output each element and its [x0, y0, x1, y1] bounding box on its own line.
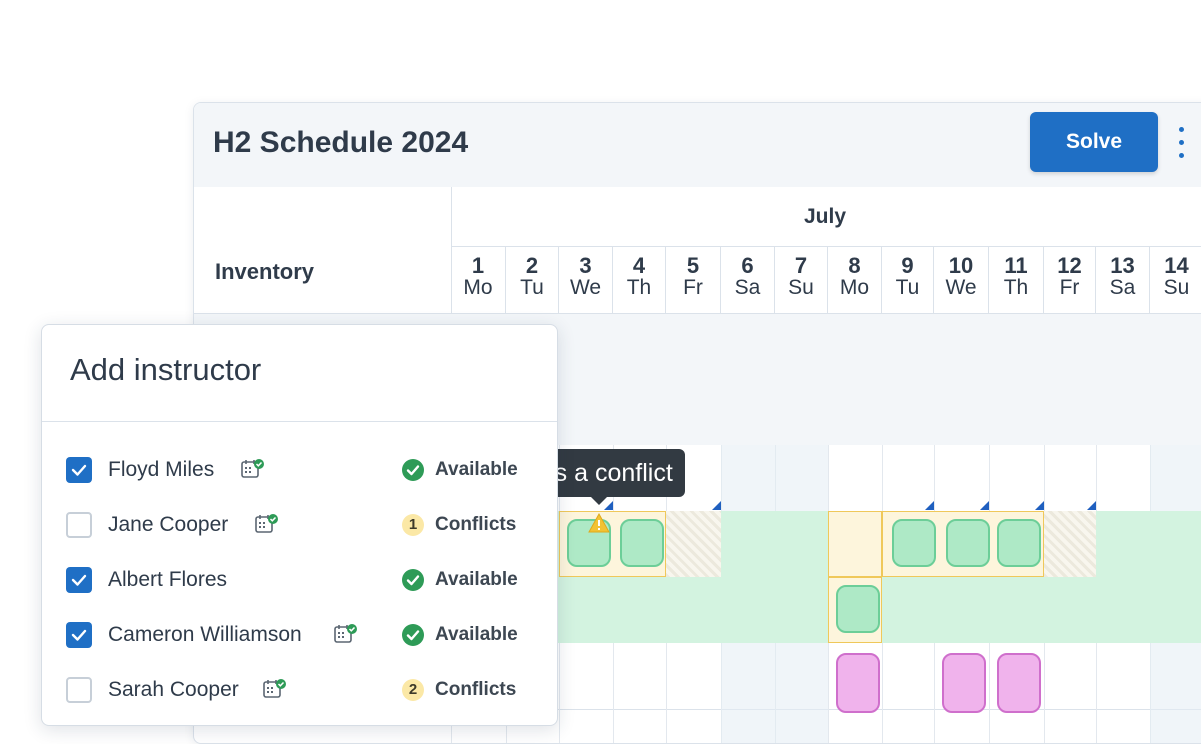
day-of-week: Mo [839, 276, 870, 299]
day-number: 12 [1057, 253, 1082, 278]
day-number: 11 [1004, 253, 1028, 278]
instructor-name: Jane Cooper [108, 513, 229, 536]
status-text: Conflicts [435, 679, 517, 700]
day-header-12: 12 Fr [1044, 246, 1096, 313]
unavailable-hatch [1044, 511, 1096, 577]
row-marker [980, 501, 989, 510]
event-block [620, 519, 664, 567]
event-block [892, 519, 936, 567]
conflict-count-badge: 1 [402, 514, 424, 536]
day-number: 5 [686, 253, 700, 278]
day-number: 13 [1110, 253, 1135, 278]
day-number: 4 [632, 253, 646, 278]
day-of-week: Su [788, 276, 814, 299]
day-header-2: 2 Tu [506, 246, 559, 313]
day-of-week: Tu [895, 276, 920, 299]
instructor-name: Albert Flores [108, 568, 228, 591]
day-header-1: 1 Mo [451, 246, 506, 313]
day-number: 14 [1164, 253, 1189, 278]
solve-button[interactable]: Solve [1030, 112, 1158, 172]
instructor-row[interactable]: Sarah Cooper 2 Conflicts [42, 670, 557, 710]
event-block [997, 519, 1041, 567]
status-text: Conflicts [435, 514, 517, 535]
day-header-11: 11 Th [989, 246, 1044, 313]
status-text: Available [435, 624, 518, 645]
check-circle-icon [402, 459, 424, 481]
day-of-week: Th [1003, 276, 1029, 299]
row-marker [925, 501, 934, 510]
status-text: Available [435, 569, 518, 590]
day-of-week: Su [1163, 276, 1190, 299]
month-label: July [804, 205, 847, 228]
instructor-row[interactable]: Floyd Miles Available [42, 450, 557, 490]
day-of-week: Sa [734, 276, 761, 299]
day-number: 6 [741, 253, 754, 278]
instructor-row[interactable]: Cameron Williamson Available [42, 615, 557, 655]
calendar-check-icon [255, 513, 279, 535]
day-number: 9 [901, 253, 914, 278]
calendar-check-icon [334, 623, 358, 645]
day-number: 7 [794, 253, 808, 278]
unavailable-hatch [666, 511, 721, 577]
day-of-week: We [569, 276, 602, 299]
calendar-check-icon [263, 678, 287, 700]
highlight-cell [828, 511, 882, 577]
conflict-count-badge: 2 [402, 679, 424, 701]
day-number: 3 [579, 253, 592, 278]
day-of-week: Fr [1059, 276, 1080, 299]
add-instructor-popover: Add instructor Floyd Miles Available Jane … [41, 324, 558, 726]
day-header-9: 9 Tu [882, 246, 934, 313]
day-of-week: We [945, 276, 977, 299]
day-header-6: 6 Sa [721, 246, 775, 313]
day-header-13: 13 Sa [1096, 246, 1150, 313]
day-of-week: Mo [463, 276, 493, 299]
row-marker [1035, 501, 1044, 510]
instructor-checkbox[interactable] [66, 677, 92, 703]
status-text: Available [435, 459, 518, 480]
event-block [942, 653, 986, 713]
row-marker [712, 501, 721, 510]
page-title: H2 Schedule 2024 [213, 126, 469, 159]
day-number: 2 [525, 253, 539, 278]
day-header-10: 10 We [934, 246, 989, 313]
calendar-check-icon [241, 458, 265, 480]
event-block [946, 519, 990, 567]
row-marker [1087, 501, 1096, 510]
instructor-checkbox[interactable] [66, 457, 92, 483]
day-of-week: Sa [1109, 276, 1136, 299]
inventory-column-label: Inventory [215, 259, 315, 284]
event-block [836, 653, 880, 713]
instructor-row[interactable]: Albert Flores Available [42, 560, 557, 600]
check-circle-icon [402, 624, 424, 646]
more-options-icon[interactable] [1176, 127, 1186, 161]
instructor-name: Sarah Cooper [108, 678, 239, 701]
day-of-week: Th [626, 276, 652, 299]
event-block [836, 585, 880, 633]
timeline-header: Inventory July 1 Mo 2 Tu 3 We 4 Th 5 Fr 6 Sa 7 Su 8 Mo 9… [194, 187, 1201, 314]
instructor-checkbox[interactable] [66, 622, 92, 648]
day-header-14: 14 Su [1150, 246, 1201, 313]
day-header-4: 4 Th [613, 246, 666, 313]
event-block [997, 653, 1041, 713]
day-header-7: 7 Su [775, 246, 828, 313]
check-circle-icon [402, 569, 424, 591]
instructor-checkbox[interactable] [66, 567, 92, 593]
day-number: 10 [948, 253, 974, 278]
day-header-8: 8 Mo [828, 246, 882, 313]
day-header-5: 5 Fr [666, 246, 721, 313]
day-header-3: 3 We [559, 246, 613, 313]
instructor-checkbox[interactable] [66, 512, 92, 538]
popover-title: Add instructor [70, 352, 262, 387]
day-of-week: Tu [520, 276, 544, 299]
day-of-week: Fr [683, 276, 703, 299]
instructor-row[interactable]: Jane Cooper 1 Conflicts [42, 505, 557, 545]
schedule-header: H2 Schedule 2024 Solve [194, 103, 1201, 188]
day-number: 8 [848, 253, 861, 278]
day-number: 1 [471, 253, 485, 278]
instructor-name: Cameron Williamson [108, 623, 302, 646]
warning-icon [588, 513, 610, 533]
availability-band [451, 577, 1201, 643]
instructor-name: Floyd Miles [108, 458, 215, 481]
